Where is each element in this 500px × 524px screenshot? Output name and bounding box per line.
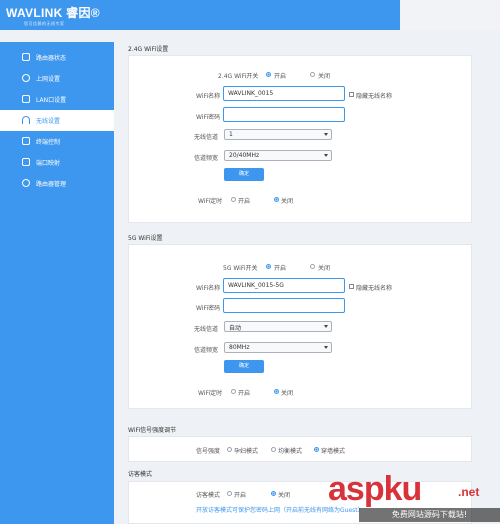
hide-ssid-label: 隐藏无线名称 xyxy=(356,285,393,292)
radio-24g-on[interactable] xyxy=(266,72,271,77)
radio-5g-off[interactable] xyxy=(310,264,315,269)
signal-option-label: 孕妇模式 xyxy=(234,448,259,455)
globe-icon xyxy=(22,74,30,82)
chevron-down-icon xyxy=(324,346,328,349)
timer-label-24g: WiFi定时 xyxy=(198,198,223,205)
sidebar-item-internet[interactable]: 上网设置 xyxy=(0,68,114,89)
ssid-input-5g[interactable]: WAVLINK_0015-5G xyxy=(223,278,345,293)
sidebar-item-label: 终端控制 xyxy=(36,139,61,146)
channel-label-24g: 无线信道 xyxy=(194,134,219,141)
sidebar-item-label: 路由器状态 xyxy=(36,55,67,62)
watermark-caption: 免费网站源码下载站! xyxy=(359,508,500,522)
confirm-button-5g[interactable]: 确定 xyxy=(224,360,264,373)
status-icon xyxy=(22,53,30,61)
bandwidth-select-5g[interactable]: 80MHz xyxy=(224,342,332,353)
sidebar-item-lan[interactable]: LAN口设置 xyxy=(0,89,114,110)
signal-option-pregnant[interactable] xyxy=(227,447,232,452)
ssid-input-24g[interactable]: WAVLINK_0015 xyxy=(223,86,345,101)
watermark-logo: aspku xyxy=(328,470,422,508)
bandwidth-value: 80MHz xyxy=(229,344,250,351)
chevron-down-icon xyxy=(324,133,328,136)
signal-option-wall[interactable] xyxy=(314,447,319,452)
channel-value: 1 xyxy=(229,131,233,138)
chart-icon xyxy=(22,137,30,145)
password-input-5g[interactable] xyxy=(223,298,345,313)
gear-icon xyxy=(22,179,30,187)
radio-label: 开启 xyxy=(274,73,287,80)
timer-5g-on[interactable] xyxy=(231,389,236,394)
radio-label: 开启 xyxy=(234,492,247,499)
channel-value: 自动 xyxy=(229,325,242,332)
radio-label: 开启 xyxy=(274,265,287,272)
switch-label-24g: 2.4G WiFi开关 xyxy=(218,73,259,80)
lan-port-icon xyxy=(22,95,30,103)
top-right-area xyxy=(400,0,500,30)
signal-option-balanced[interactable] xyxy=(271,447,276,452)
switch-label-5g: 5G WiFi开关 xyxy=(223,265,258,272)
brand-logo: WAVLINK 睿因® xyxy=(6,6,100,20)
bandwidth-select-24g[interactable]: 20/40MHz xyxy=(224,150,332,161)
section-title-24g: 2.4G WiFi设置 xyxy=(128,46,169,53)
radio-label: 关闭 xyxy=(281,198,294,205)
section-title-5g: 5G WiFi设置 xyxy=(128,235,163,242)
signal-option-label: 均衡模式 xyxy=(278,448,303,455)
sidebar-item-wireless[interactable]: 无线设置 xyxy=(0,110,114,131)
timer-24g-off[interactable] xyxy=(274,197,279,202)
ssid-label-24g: WiFi名称 xyxy=(196,93,221,100)
bandwidth-label-5g: 信道频宽 xyxy=(194,347,219,354)
guest-mode-label: 访客模式 xyxy=(196,492,221,499)
brand-tagline: 您可信赖的无线专家 xyxy=(24,21,65,26)
wifi-icon xyxy=(22,116,30,124)
confirm-button-24g[interactable]: 确定 xyxy=(224,168,264,181)
bandwidth-label-24g: 信道频宽 xyxy=(194,155,219,162)
chevron-down-icon xyxy=(324,154,328,157)
channel-select-24g[interactable]: 1 xyxy=(224,129,332,140)
sidebar-item-label: LAN口设置 xyxy=(36,97,67,104)
radio-label: 关闭 xyxy=(281,390,294,397)
hide-ssid-checkbox-5g[interactable] xyxy=(349,284,354,289)
bandwidth-value: 20/40MHz xyxy=(229,152,260,159)
sidebar: 路由器状态 上网设置 LAN口设置 无线设置 终端控制 端口映射 路由器管理 xyxy=(0,42,114,524)
timer-label-5g: WiFi定时 xyxy=(198,390,223,397)
radio-24g-off[interactable] xyxy=(310,72,315,77)
sidebar-item-label: 路由器管理 xyxy=(36,181,67,188)
guest-on-radio[interactable] xyxy=(227,491,232,496)
radio-label: 关闭 xyxy=(318,265,331,272)
timer-24g-on[interactable] xyxy=(231,197,236,202)
signal-option-label: 穿墙模式 xyxy=(321,448,346,455)
hide-ssid-checkbox-24g[interactable] xyxy=(349,92,354,97)
sidebar-item-router-admin[interactable]: 路由器管理 xyxy=(0,173,114,194)
channel-label-5g: 无线信道 xyxy=(194,326,219,333)
radio-label: 开启 xyxy=(238,198,251,205)
section-title-guest: 访客模式 xyxy=(128,471,153,478)
hide-ssid-label: 隐藏无线名称 xyxy=(356,93,393,100)
watermark-net: .net xyxy=(458,485,480,499)
sidebar-item-label: 无线设置 xyxy=(36,118,61,125)
signal-strength-label: 信号强度 xyxy=(196,448,221,455)
port-map-icon xyxy=(22,158,30,166)
timer-5g-off[interactable] xyxy=(274,389,279,394)
sidebar-item-router-status[interactable]: 路由器状态 xyxy=(0,47,114,68)
radio-label: 关闭 xyxy=(278,492,291,499)
radio-label: 关闭 xyxy=(318,73,331,80)
section-title-signal: WiFi信号强度调节 xyxy=(128,427,177,434)
channel-select-5g[interactable]: 自动 xyxy=(224,321,332,332)
sidebar-item-terminal[interactable]: 终端控制 xyxy=(0,131,114,152)
password-label-24g: WiFi密码 xyxy=(196,114,221,121)
sidebar-item-port-map[interactable]: 端口映射 xyxy=(0,152,114,173)
sidebar-item-label: 端口映射 xyxy=(36,160,61,167)
guest-off-radio[interactable] xyxy=(271,491,276,496)
chevron-down-icon xyxy=(324,325,328,328)
ssid-label-5g: WiFi名称 xyxy=(196,285,221,292)
password-label-5g: WiFi密码 xyxy=(196,305,221,312)
password-input-24g[interactable] xyxy=(223,107,345,122)
sidebar-item-label: 上网设置 xyxy=(36,76,61,83)
radio-label: 开启 xyxy=(238,390,251,397)
radio-5g-on[interactable] xyxy=(266,264,271,269)
